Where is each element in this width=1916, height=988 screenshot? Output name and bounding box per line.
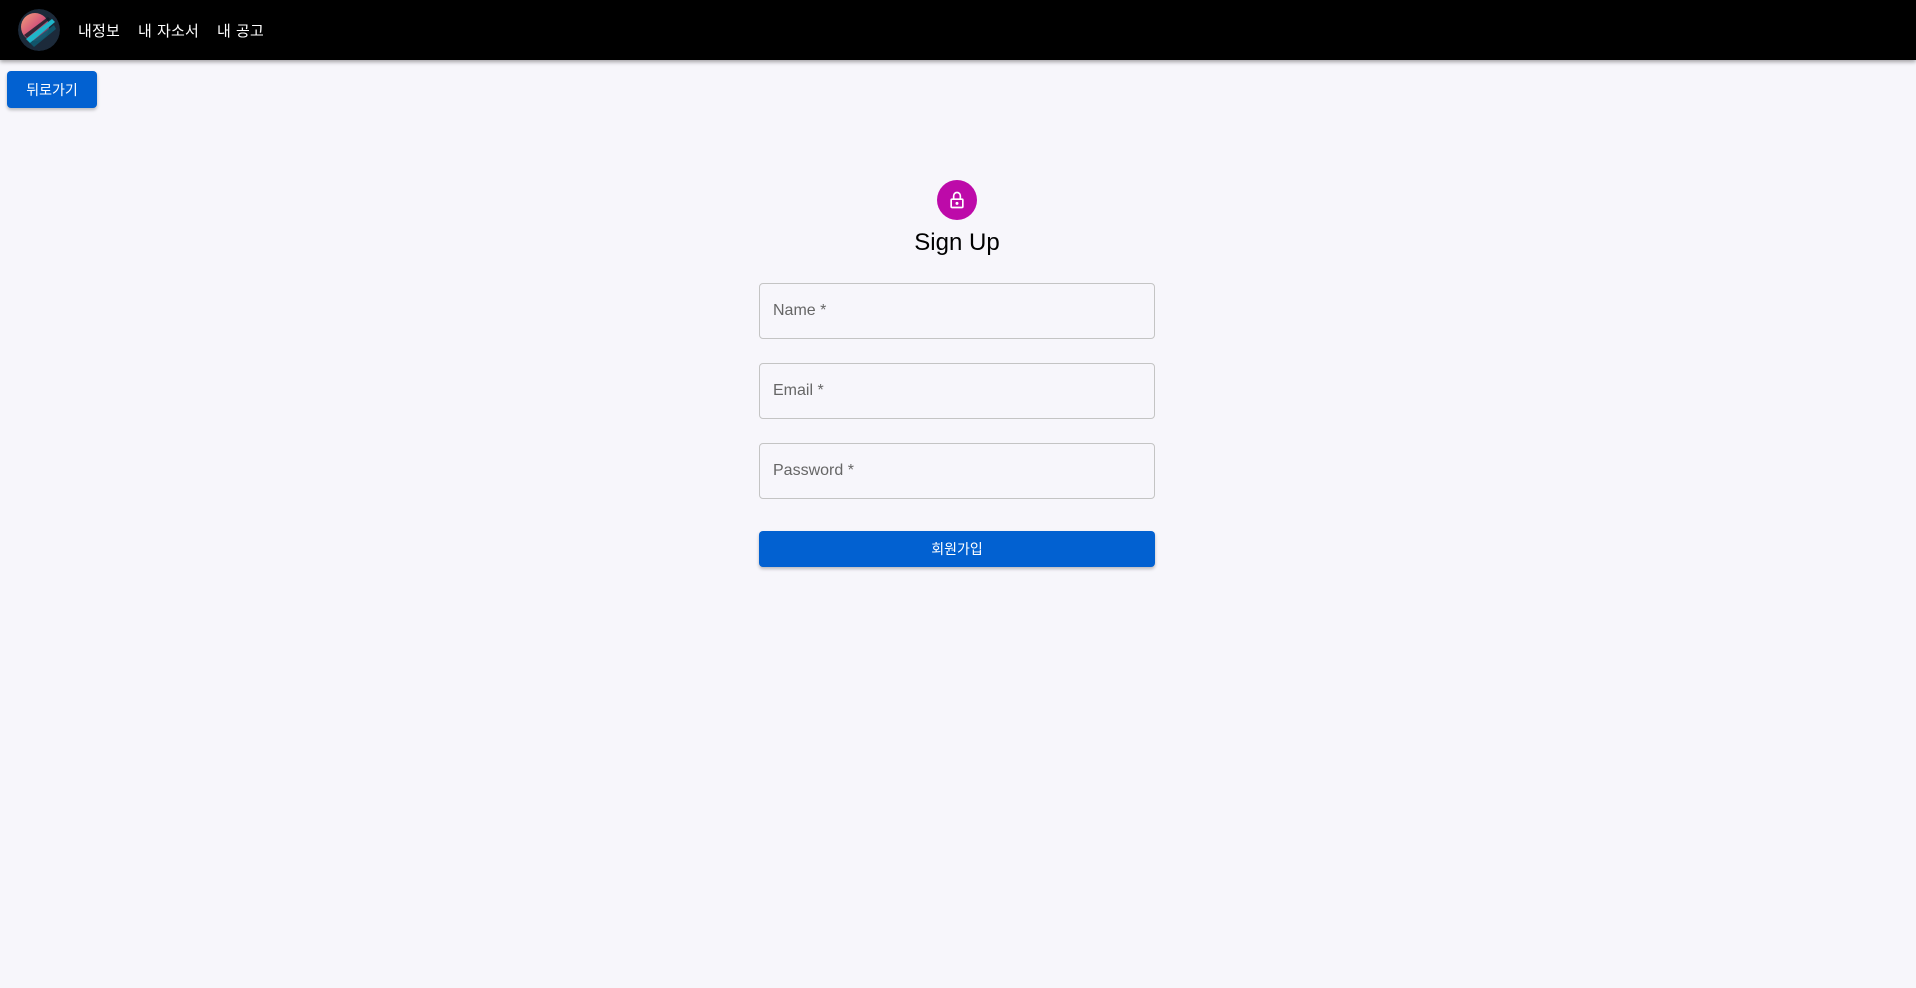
lock-icon [950,191,964,209]
nav-link-my-info[interactable]: 내정보 [78,20,120,41]
logo-icon[interactable] [18,9,60,51]
nav-link-my-job-posts[interactable]: 내 공고 [217,20,264,41]
signup-form: Sign Up 회원가입 [759,180,1155,567]
password-field[interactable] [773,444,1154,498]
email-field-container [759,363,1155,419]
password-field-container [759,443,1155,499]
name-field-container [759,283,1155,339]
email-field[interactable] [773,364,1154,418]
page-title: Sign Up [914,229,1000,256]
nav-link-my-cover-letter[interactable]: 내 자소서 [138,20,199,41]
back-button[interactable]: 뒤로가기 [7,71,97,108]
name-field[interactable] [773,284,1154,338]
signup-submit-button[interactable]: 회원가입 [759,531,1155,567]
top-navbar: 내정보 내 자소서 내 공고 [0,0,1916,60]
lock-avatar [937,180,977,220]
